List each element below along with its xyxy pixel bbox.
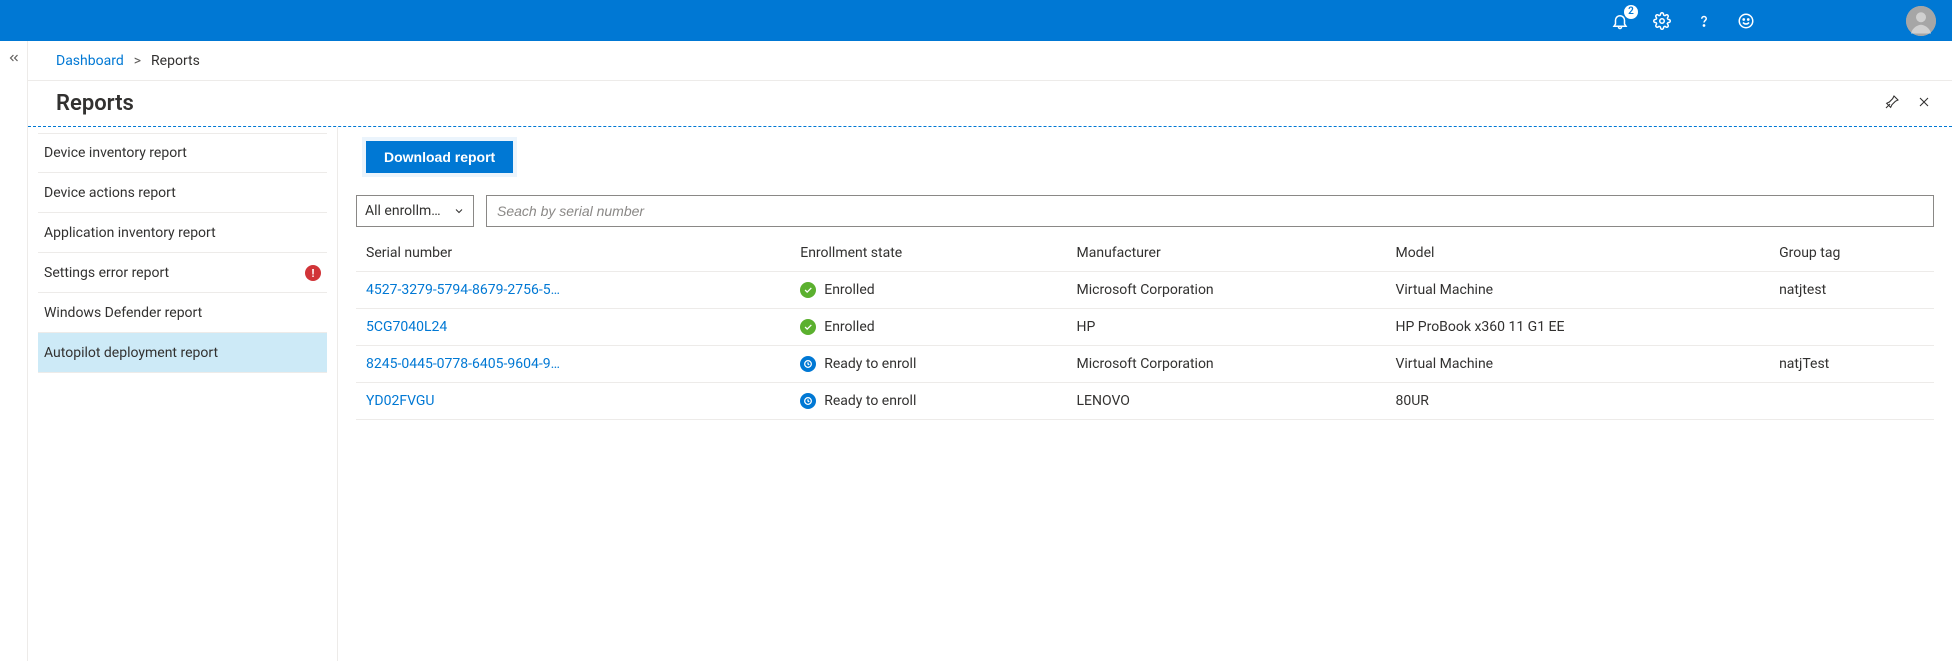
manufacturer-cell: Microsoft Corporation	[1067, 346, 1386, 383]
nav-item[interactable]: Device actions report	[38, 173, 327, 213]
nav-item[interactable]: Settings error report!	[38, 253, 327, 293]
content-pane: Download report All enrollm… Serial numb…	[338, 127, 1952, 661]
model-cell: 80UR	[1385, 383, 1769, 420]
enrollment-state-cell: Enrolled	[790, 272, 1066, 309]
page-title: Reports	[56, 91, 134, 116]
main-column: Dashboard > Reports Reports Device inven…	[28, 41, 1952, 661]
group_tag-cell: natjTest	[1769, 346, 1934, 383]
person-icon	[1906, 6, 1936, 36]
report-nav: Device inventory report Device actions re…	[28, 127, 338, 661]
enrollment-state-cell: Enrolled	[790, 309, 1066, 346]
dropdown-label: All enrollm…	[365, 203, 441, 219]
nav-item[interactable]: Application inventory report	[38, 213, 327, 253]
notification-badge: 2	[1624, 5, 1638, 19]
enrollment-filter-dropdown[interactable]: All enrollm…	[356, 195, 474, 227]
enrollment-state-text: Enrolled	[824, 282, 874, 298]
top-command-bar: 2	[0, 0, 1952, 41]
breadcrumb-separator: >	[134, 53, 141, 69]
table-row: 5CG7040L24 Enrolled HPHP ProBook x360 11 G…	[356, 309, 1934, 346]
pin-button[interactable]	[1884, 94, 1900, 114]
enrollment-state-text: Ready to enroll	[824, 393, 916, 409]
collapse-sidebar-button[interactable]	[7, 51, 21, 661]
breadcrumb-root-link[interactable]: Dashboard	[56, 53, 124, 69]
nav-item-label: Device inventory report	[44, 145, 187, 161]
group_tag-cell	[1769, 383, 1934, 420]
download-report-button[interactable]: Download report	[366, 141, 513, 173]
nav-item-label: Application inventory report	[44, 225, 216, 241]
close-button[interactable]	[1916, 94, 1932, 114]
gear-icon	[1653, 12, 1671, 30]
manufacturer-cell: HP	[1067, 309, 1386, 346]
enrollment-state-cell: Ready to enroll	[790, 346, 1066, 383]
check-circle-icon	[800, 319, 816, 335]
nav-item[interactable]: Windows Defender report	[38, 293, 327, 333]
enrollment-state-text: Ready to enroll	[824, 356, 916, 372]
close-icon	[1916, 94, 1932, 110]
shell: Dashboard > Reports Reports Device inven…	[0, 41, 1952, 661]
nav-item-label: Autopilot deployment report	[44, 345, 218, 361]
question-icon	[1695, 12, 1713, 30]
nav-item[interactable]: Device inventory report	[38, 133, 327, 173]
col-serial[interactable]: Serial number	[356, 233, 790, 272]
manufacturer-cell: LENOVO	[1067, 383, 1386, 420]
table-header-row: Serial number Enrollment state Manufactu…	[356, 233, 1934, 272]
chevron-down-icon	[453, 205, 465, 217]
help-button[interactable]	[1692, 9, 1716, 33]
model-cell: Virtual Machine	[1385, 346, 1769, 383]
notifications-button[interactable]: 2	[1608, 9, 1632, 33]
clock-circle-icon	[800, 393, 816, 409]
model-cell: Virtual Machine	[1385, 272, 1769, 309]
user-avatar[interactable]	[1906, 6, 1936, 36]
clock-circle-icon	[800, 356, 816, 372]
table-row: 4527-3279-5794-8679-2756-5… Enrolled Micro…	[356, 272, 1934, 309]
group_tag-cell: natjtest	[1769, 272, 1934, 309]
nav-item-label: Windows Defender report	[44, 305, 202, 321]
pin-icon	[1884, 94, 1900, 110]
smiley-icon	[1737, 12, 1755, 30]
enrollment-state-text: Enrolled	[824, 319, 874, 335]
serial-search-input[interactable]	[486, 195, 1934, 227]
sidebar-collapse-column	[0, 41, 28, 661]
filter-row: All enrollm…	[356, 195, 1934, 227]
serial-link[interactable]: 8245-0445-0778-6405-9604-9…	[356, 346, 790, 383]
model-cell: HP ProBook x360 11 G1 EE	[1385, 309, 1769, 346]
alert-icon: !	[305, 265, 321, 281]
blade-header: Reports	[28, 81, 1952, 127]
enrollment-state-cell: Ready to enroll	[790, 383, 1066, 420]
nav-item-label: Device actions report	[44, 185, 176, 201]
col-model[interactable]: Model	[1385, 233, 1769, 272]
table-row: YD02FVGU Ready to enroll LENOVO80UR	[356, 383, 1934, 420]
blade-header-actions	[1884, 94, 1932, 114]
col-group-tag[interactable]: Group tag	[1769, 233, 1934, 272]
table-row: 8245-0445-0778-6405-9604-9… Ready to enro…	[356, 346, 1934, 383]
col-state[interactable]: Enrollment state	[790, 233, 1066, 272]
devices-table: Serial number Enrollment state Manufactu…	[356, 233, 1934, 420]
blade-body: Device inventory report Device actions re…	[28, 127, 1952, 661]
serial-link[interactable]: 4527-3279-5794-8679-2756-5…	[356, 272, 790, 309]
manufacturer-cell: Microsoft Corporation	[1067, 272, 1386, 309]
serial-link[interactable]: 5CG7040L24	[356, 309, 790, 346]
col-manufacturer[interactable]: Manufacturer	[1067, 233, 1386, 272]
settings-button[interactable]	[1650, 9, 1674, 33]
chevron-double-left-icon	[7, 51, 21, 65]
feedback-button[interactable]	[1734, 9, 1758, 33]
nav-item-label: Settings error report	[44, 265, 169, 281]
check-circle-icon	[800, 282, 816, 298]
breadcrumb: Dashboard > Reports	[28, 41, 1952, 81]
group_tag-cell	[1769, 309, 1934, 346]
breadcrumb-current: Reports	[151, 53, 200, 69]
serial-link[interactable]: YD02FVGU	[356, 383, 790, 420]
nav-item[interactable]: Autopilot deployment report	[38, 333, 327, 373]
